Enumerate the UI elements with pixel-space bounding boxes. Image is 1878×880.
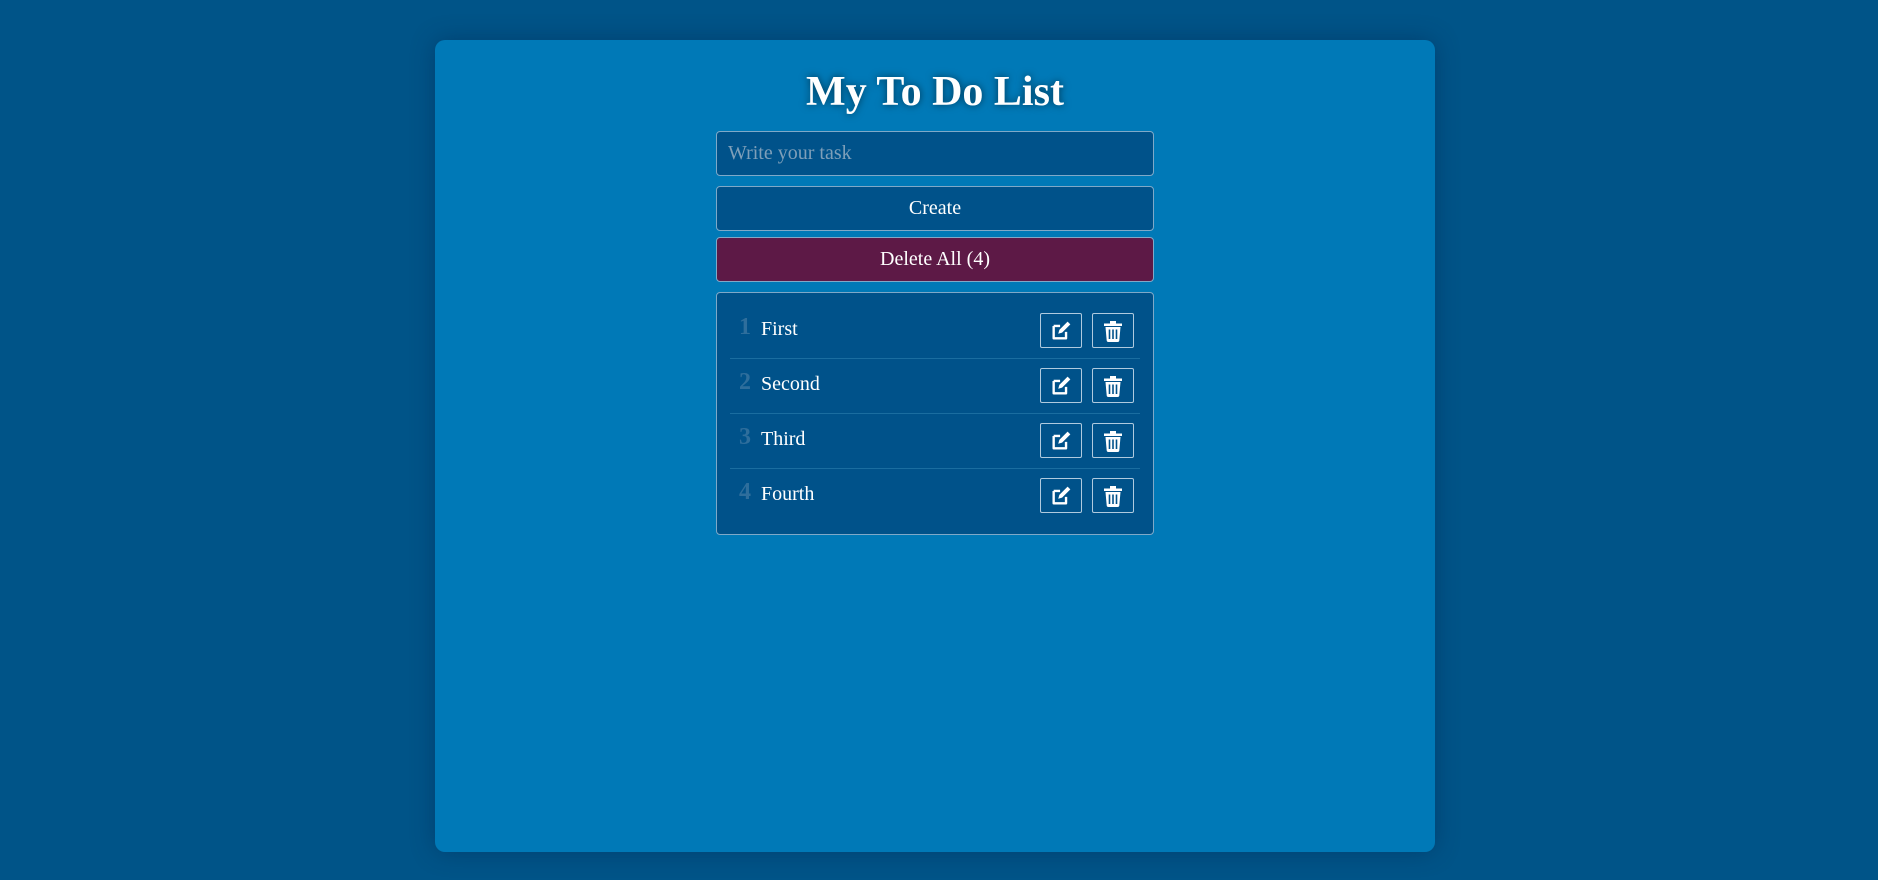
- task-number: 4: [739, 479, 751, 505]
- create-button[interactable]: Create: [716, 186, 1154, 231]
- edit-task-button[interactable]: [1040, 478, 1082, 513]
- delete-task-button[interactable]: [1092, 368, 1134, 403]
- todo-card: My To Do List Create Delete All (4) 1 Fi…: [435, 40, 1435, 852]
- task-number: 3: [739, 424, 751, 450]
- task-text: First: [761, 318, 798, 340]
- task-text: Third: [761, 428, 806, 450]
- trash-icon: [1103, 485, 1123, 507]
- delete-task-button[interactable]: [1092, 313, 1134, 348]
- delete-all-button[interactable]: Delete All (4): [716, 237, 1154, 282]
- edit-icon: [1050, 430, 1072, 452]
- task-text: Second: [761, 373, 820, 395]
- trash-icon: [1103, 430, 1123, 452]
- edit-icon: [1050, 320, 1072, 342]
- task-number: 1: [739, 314, 751, 340]
- edit-task-button[interactable]: [1040, 368, 1082, 403]
- edit-icon: [1050, 485, 1072, 507]
- edit-task-button[interactable]: [1040, 313, 1082, 348]
- trash-icon: [1103, 320, 1123, 342]
- edit-task-button[interactable]: [1040, 423, 1082, 458]
- task-input[interactable]: [716, 131, 1154, 176]
- task-row: 2 Second: [730, 359, 1140, 414]
- delete-task-button[interactable]: [1092, 423, 1134, 458]
- task-row: 1 First: [730, 304, 1140, 359]
- edit-icon: [1050, 375, 1072, 397]
- page-title: My To Do List: [806, 69, 1064, 115]
- delete-task-button[interactable]: [1092, 478, 1134, 513]
- task-list: 1 First 2 Second 3 Third 4 Fourth: [716, 292, 1154, 535]
- task-text: Fourth: [761, 483, 815, 505]
- task-row: 4 Fourth: [730, 469, 1140, 524]
- task-row: 3 Third: [730, 414, 1140, 469]
- trash-icon: [1103, 375, 1123, 397]
- task-number: 2: [739, 369, 751, 395]
